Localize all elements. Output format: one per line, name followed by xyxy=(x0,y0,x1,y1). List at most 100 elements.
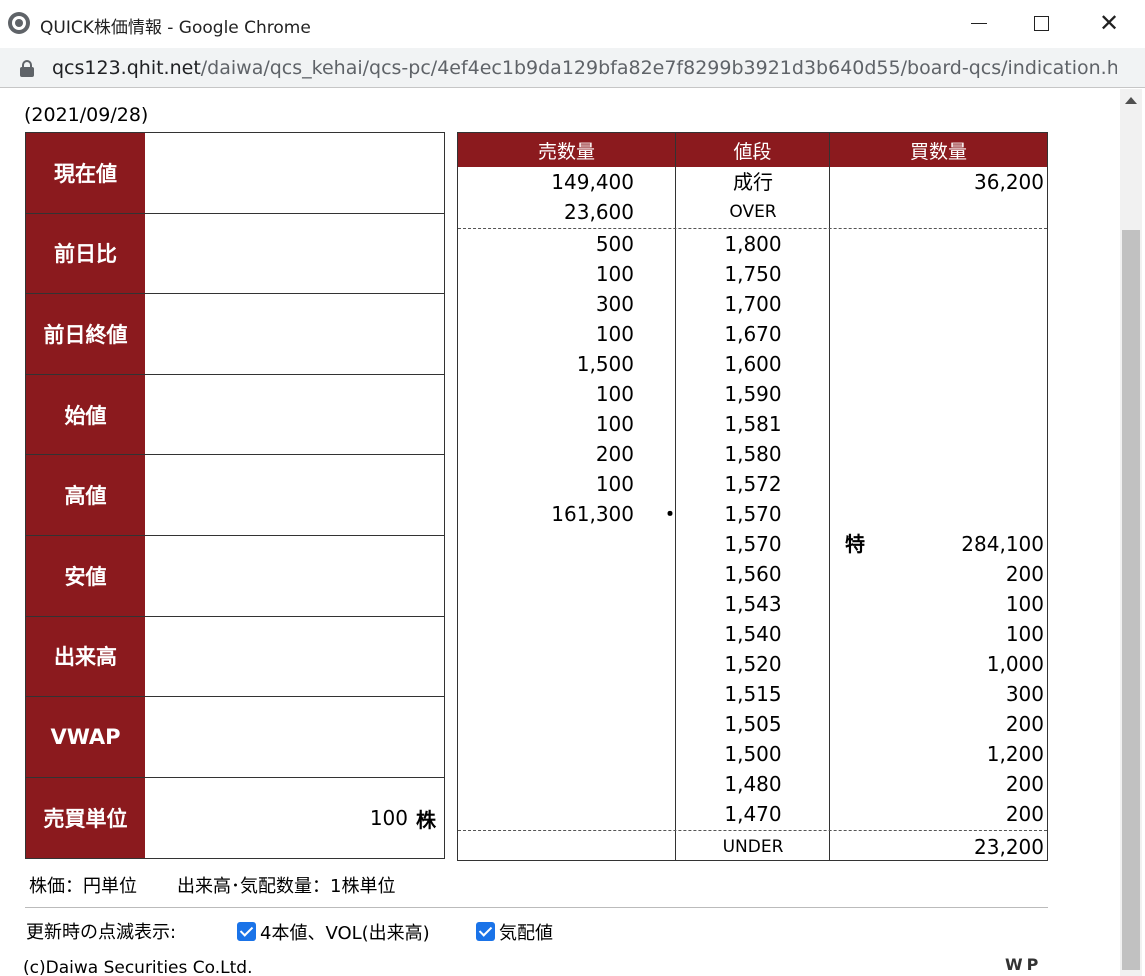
flash-quotes-checkbox[interactable] xyxy=(476,922,495,941)
url-path: /daiwa/qcs_kehai/qcs-pc/4ef4ec1b9da129bf… xyxy=(200,57,1117,79)
sell-quantity: 100 xyxy=(595,262,634,286)
scrollbar-thumb[interactable] xyxy=(1122,230,1140,970)
current-price-marker xyxy=(660,379,670,409)
buy-quantity xyxy=(830,439,1044,469)
wp-logo: WP xyxy=(1005,955,1043,974)
buy-quantity: 200 xyxy=(1005,712,1044,736)
current-price-marker xyxy=(660,679,670,709)
buy-quantity-header: 買数量 xyxy=(829,133,1047,167)
volume-unit-note: 出来高･気配数量：1株単位 xyxy=(177,876,396,897)
sell-quantity: 500 xyxy=(595,232,634,256)
buy-quantity: 200 xyxy=(1005,562,1044,586)
url-host: qcs123.qhit.net xyxy=(52,57,201,79)
order-book-row: 1,500 1,600 xyxy=(458,349,1047,379)
price: 1,540 xyxy=(724,622,782,646)
sell-quantity: 300 xyxy=(595,292,634,316)
buy-quantity: 200 xyxy=(1005,772,1044,796)
current-price-marker xyxy=(660,769,670,799)
current-price-marker xyxy=(660,289,670,319)
price: UNDER xyxy=(722,837,784,857)
quote-summary-table: 現在値 前日比 前日終値 始値 高値 安値 出来高 VWAP 売買単位 100 株 xyxy=(25,132,445,860)
quote-label: 前日比 xyxy=(26,213,145,294)
order-book-body: 149,400 成行 36,200 23,600 OVER 500 1,800 100 1,75… xyxy=(458,167,1047,860)
quote-value xyxy=(145,213,444,294)
current-price-marker xyxy=(660,559,670,589)
buy-quantity: 1,200 xyxy=(986,742,1044,766)
quote-value xyxy=(145,374,444,455)
buy-quantity: 1,000 xyxy=(986,652,1044,676)
quote-row: 出来高 xyxy=(26,616,444,698)
flash-quotes-label[interactable]: 気配値 xyxy=(499,919,553,945)
sell-quantity-header: 売数量 xyxy=(537,140,595,163)
lock-icon[interactable] xyxy=(20,60,34,77)
buy-quantity xyxy=(830,409,1044,439)
scroll-up-arrow-icon[interactable] xyxy=(1125,97,1137,104)
sell-quantity: 1,500 xyxy=(576,352,634,376)
order-book-row: 1,570 特 284,100 xyxy=(458,529,1047,559)
current-price-marker xyxy=(660,319,670,349)
order-book-header: 売数量 値段 買数量 xyxy=(458,133,1047,167)
sell-quantity: 100 xyxy=(595,412,634,436)
order-book-row: 200 1,580 xyxy=(458,439,1047,469)
buy-quantity: 200 xyxy=(1005,802,1044,826)
order-book-row: 100 1,581 xyxy=(458,409,1047,439)
quote-row: VWAP xyxy=(26,697,444,778)
copyright: (c)Daiwa Securities Co.Ltd. xyxy=(23,958,253,976)
maximize-button[interactable] xyxy=(1008,0,1074,46)
order-book-row: 1,470 200 xyxy=(458,799,1047,829)
current-price-marker xyxy=(660,469,670,499)
quote-value: 100 株 xyxy=(145,777,444,859)
price-header: 値段 xyxy=(675,133,829,167)
current-price-marker xyxy=(660,529,670,559)
sell-quantity: 23,600 xyxy=(564,200,634,224)
quote-label: 始値 xyxy=(26,374,145,455)
price-unit-note: 株価：円単位 xyxy=(29,876,137,897)
order-book-row: 100 1,670 xyxy=(458,319,1047,349)
order-book-row: 1,515 300 xyxy=(458,679,1047,709)
price: 1,580 xyxy=(724,442,782,466)
sell-quantity xyxy=(458,529,634,559)
current-price-marker xyxy=(660,589,670,619)
minimize-icon xyxy=(971,22,987,24)
current-price-marker: ・ xyxy=(660,502,680,526)
quote-unit: 株 xyxy=(416,807,436,832)
sell-quantity xyxy=(458,799,634,829)
price: 1,515 xyxy=(724,682,782,706)
flash-4values-checkbox[interactable] xyxy=(237,922,256,941)
quote-value xyxy=(145,133,444,213)
address-bar[interactable]: qcs123.qhit.net/daiwa/qcs_kehai/qcs-pc/4… xyxy=(0,48,1145,88)
buy-quantity xyxy=(830,499,1044,529)
sell-quantity: 100 xyxy=(595,472,634,496)
sell-quantity xyxy=(458,679,634,709)
buy-quantity xyxy=(830,319,1044,349)
flash-4values-label[interactable]: 4本値、VOL(出来高) xyxy=(260,919,430,945)
quote-label: 前日終値 xyxy=(26,294,145,374)
price: 1,800 xyxy=(724,232,782,256)
quote-row: 売買単位 100 株 xyxy=(26,777,444,859)
close-button[interactable]: ✕ xyxy=(1076,0,1142,46)
buy-quantity: 100 xyxy=(1005,622,1044,646)
divider xyxy=(25,907,1048,908)
order-book-row: 100 1,572 xyxy=(458,469,1047,499)
order-book-row: 161,300 ・ 1,570 xyxy=(458,499,1047,529)
order-book-row: 300 1,700 xyxy=(458,289,1047,319)
price: 1,470 xyxy=(724,802,782,826)
order-book-row: 100 1,590 xyxy=(458,379,1047,409)
price: 1,543 xyxy=(724,592,782,616)
quote-row: 前日終値 xyxy=(26,294,444,375)
quote-value xyxy=(145,616,444,697)
order-book-row: 1,543 100 xyxy=(458,589,1047,619)
price: 1,590 xyxy=(724,382,782,406)
price: 成行 xyxy=(733,170,773,194)
sell-quantity xyxy=(458,709,634,739)
quote-date: (2021/09/28) xyxy=(24,104,149,126)
current-price-marker xyxy=(660,709,670,739)
vertical-scrollbar[interactable] xyxy=(1120,89,1142,976)
minimize-button[interactable] xyxy=(946,0,1012,46)
quote-label: 高値 xyxy=(26,455,145,535)
order-book-row: 1,540 100 xyxy=(458,619,1047,649)
current-price-marker xyxy=(660,649,670,679)
sell-quantity: 100 xyxy=(595,322,634,346)
url-text[interactable]: qcs123.qhit.net/daiwa/qcs_kehai/qcs-pc/4… xyxy=(52,57,1117,79)
order-book-row: 149,400 成行 36,200 xyxy=(458,167,1047,197)
